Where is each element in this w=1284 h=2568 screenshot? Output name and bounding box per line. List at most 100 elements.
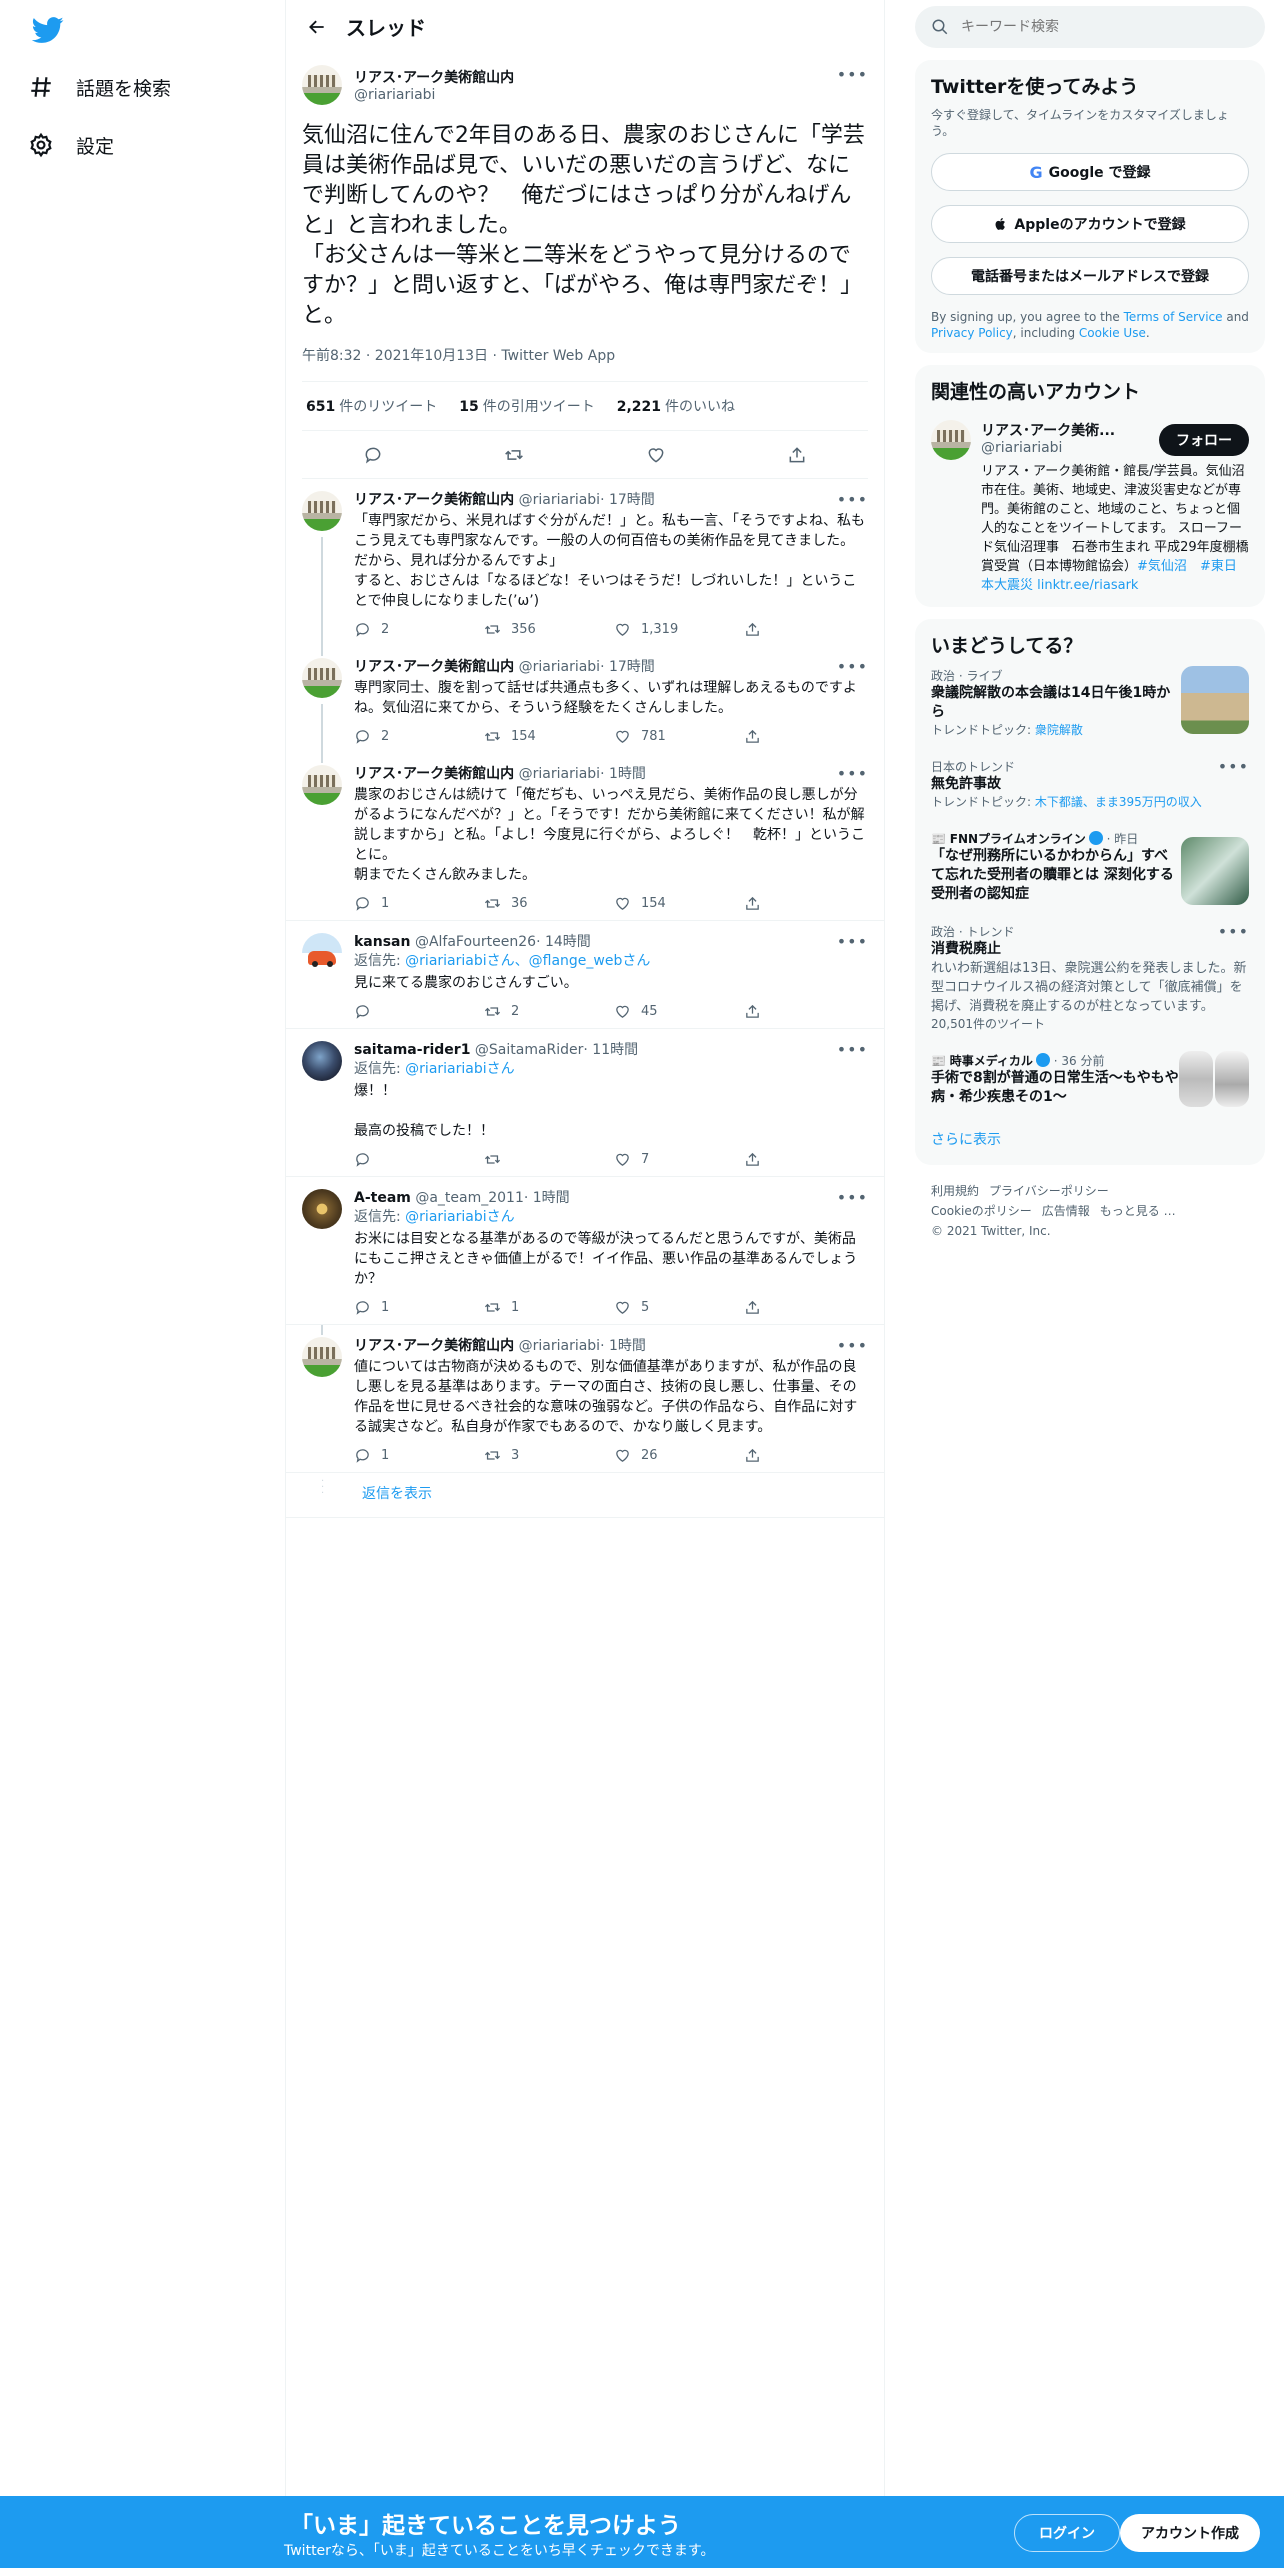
nav-settings[interactable]: 設定 [28, 122, 114, 168]
tweet-timestamp[interactable]: 午前8:32 · 2021年10月13日 · Twitter Web App [302, 345, 868, 382]
footer-link[interactable]: もっと見る … [1100, 1204, 1176, 1218]
more-options-icon[interactable]: ••• [837, 1041, 868, 1059]
reply-tweet[interactable]: リアス･アーク美術館山内 @riariariabi· 1時間 ••• 値については古… [286, 1325, 884, 1473]
tweet-time[interactable]: · 1時間 [600, 766, 646, 782]
like-button[interactable]: 7 [614, 1151, 714, 1168]
more-options-icon[interactable]: ••• [837, 1189, 868, 1207]
like-button[interactable] [639, 438, 673, 472]
avatar[interactable] [302, 1189, 342, 1229]
quote-count[interactable]: 15 件の引用ツイート [459, 396, 594, 416]
avatar[interactable] [931, 420, 971, 460]
follow-button[interactable]: フォロー [1159, 424, 1249, 456]
signup-button[interactable]: アカウント作成 [1120, 2514, 1260, 2552]
reply-button[interactable] [354, 1151, 454, 1168]
author-handle[interactable]: @AlfaFourteen26 [415, 934, 536, 950]
related-account[interactable]: リアス･アーク美術... @riariariabi リアス・アーク美術館・館長/… [931, 420, 1249, 595]
avatar[interactable] [302, 1337, 342, 1377]
retweet-button[interactable] [484, 1151, 584, 1168]
share-button[interactable] [744, 621, 784, 638]
tweet-time[interactable]: · 1時間 [600, 1338, 646, 1354]
more-options-icon[interactable]: ••• [837, 933, 868, 951]
author-handle[interactable]: @riariariabi [519, 766, 600, 782]
trend-item[interactable]: 📰 FNNプライムオンライン · 昨日 「なぜ刑務所にいるかわからん」すべて忘れ… [931, 821, 1249, 914]
share-button[interactable] [744, 1151, 784, 1168]
retweet-count[interactable]: 651 件のリツイート [306, 396, 437, 416]
footer-link[interactable]: 広告情報 [1042, 1204, 1090, 1218]
author-handle[interactable]: @riariariabi [354, 87, 514, 103]
nav-explore[interactable]: 話題を検索 [28, 64, 171, 110]
tweet-time[interactable]: · 1時間 [524, 1190, 570, 1206]
retweet-button[interactable]: 2 [484, 1003, 584, 1020]
google-signup-button[interactable]: G Google で登録 [931, 153, 1249, 191]
avatar[interactable] [302, 658, 342, 698]
share-button[interactable] [780, 438, 814, 472]
trend-item[interactable]: 政治 · トレンド 消費税廃止 れいわ新選組は13日、衆院選公約を発表しました。… [931, 914, 1249, 1043]
author-name[interactable]: リアス･アーク美術館山内 [354, 659, 514, 675]
reply-button[interactable]: 1 [354, 1447, 454, 1464]
login-button[interactable]: ログイン [1014, 2514, 1120, 2552]
footer-link[interactable]: 利用規約 [931, 1184, 979, 1198]
like-count[interactable]: 2,221 件のいいね [617, 396, 735, 416]
author-name[interactable]: リアス･アーク美術館山内 [354, 492, 514, 508]
reply-to-mention[interactable]: @riariariabiさん [405, 1061, 514, 1077]
author-handle[interactable]: @SaitamaRider [475, 1042, 584, 1058]
retweet-button[interactable] [497, 438, 531, 472]
search-input[interactable] [961, 19, 1231, 35]
share-button[interactable] [744, 728, 784, 745]
author-handle[interactable]: @riariariabi [519, 659, 600, 675]
search-box[interactable] [915, 6, 1265, 48]
author-name[interactable]: リアス･アーク美術館山内 [354, 67, 514, 87]
like-button[interactable]: 1,319 [614, 621, 714, 638]
share-button[interactable] [744, 1447, 784, 1464]
trend-item[interactable]: 日本のトレンド 無免許事故 トレンドトピック: 木下都議、まま395万円の収入 … [931, 749, 1249, 821]
reply-button[interactable] [354, 1003, 454, 1020]
terms-of-service-link[interactable]: Terms of Service [1124, 310, 1223, 324]
share-button[interactable] [744, 1003, 784, 1020]
bio-hashtag[interactable]: #気仙沼 [1137, 559, 1187, 574]
author-handle[interactable]: @riariariabi [519, 492, 600, 508]
more-options-icon[interactable]: ••• [837, 765, 868, 783]
reply-tweet[interactable]: saitama-rider1 @SaitamaRider· 11時間 ••• 返信先… [286, 1029, 884, 1177]
avatar[interactable] [302, 491, 342, 531]
more-options-icon[interactable]: ••• [837, 65, 868, 84]
author-name[interactable]: A-team [354, 1190, 411, 1206]
apple-signup-button[interactable]: Appleのアカウントで登録 [931, 205, 1249, 243]
back-button[interactable] [300, 10, 334, 44]
more-options-icon[interactable]: ••• [837, 1337, 868, 1355]
tweet-time[interactable]: · 17時間 [600, 659, 655, 675]
like-button[interactable]: 5 [614, 1299, 714, 1316]
phone-email-signup-button[interactable]: 電話番号またはメールアドレスで登録 [931, 257, 1249, 295]
tweet-time[interactable]: · 17時間 [600, 492, 655, 508]
footer-link[interactable]: プライバシーポリシー [989, 1184, 1109, 1198]
reply-button[interactable]: 2 [354, 621, 454, 638]
author-name[interactable]: saitama-rider1 [354, 1042, 470, 1058]
avatar[interactable] [302, 933, 342, 973]
retweet-button[interactable]: 36 [484, 895, 584, 912]
like-button[interactable]: 45 [614, 1003, 714, 1020]
tweet-time[interactable]: · 14時間 [536, 934, 591, 950]
more-options-icon[interactable]: ••• [837, 491, 868, 509]
trend-topic-link[interactable]: 木下都議、まま395万円の収入 [1035, 795, 1202, 809]
reply-tweet[interactable]: リアス･アーク美術館山内 @riariariabi· 17時間 ••• 「専門家だか… [286, 479, 884, 646]
reply-button[interactable] [356, 438, 390, 472]
more-options-icon[interactable]: ••• [1218, 922, 1249, 941]
trend-item[interactable]: 政治 · ライブ 衆議院解散の本会議は14日午後1時から トレンドトピック: 衆… [931, 658, 1249, 749]
avatar[interactable] [302, 1041, 342, 1081]
footer-link[interactable]: Cookieのポリシー [931, 1204, 1032, 1218]
trend-topic-link[interactable]: 衆院解散 [1035, 723, 1083, 737]
show-replies-link[interactable]: · · · 返信を表示 [286, 1473, 884, 1518]
like-button[interactable]: 781 [614, 728, 714, 745]
retweet-button[interactable]: 154 [484, 728, 584, 745]
retweet-button[interactable]: 3 [484, 1447, 584, 1464]
like-button[interactable]: 26 [614, 1447, 714, 1464]
reply-button[interactable]: 1 [354, 1299, 454, 1316]
share-button[interactable] [744, 895, 784, 912]
cookie-use-link[interactable]: Cookie Use [1079, 326, 1146, 340]
reply-tweet[interactable]: kansan @AlfaFourteen26· 14時間 ••• 返信先: @ria… [286, 921, 884, 1029]
bio-link[interactable]: linktr.ee/riasark [1037, 578, 1138, 593]
more-options-icon[interactable]: ••• [1218, 757, 1249, 776]
reply-button[interactable]: 2 [354, 728, 454, 745]
tweet-time[interactable]: · 11時間 [583, 1042, 638, 1058]
author-handle[interactable]: @a_team_2011 [415, 1190, 524, 1206]
avatar[interactable] [302, 65, 342, 105]
